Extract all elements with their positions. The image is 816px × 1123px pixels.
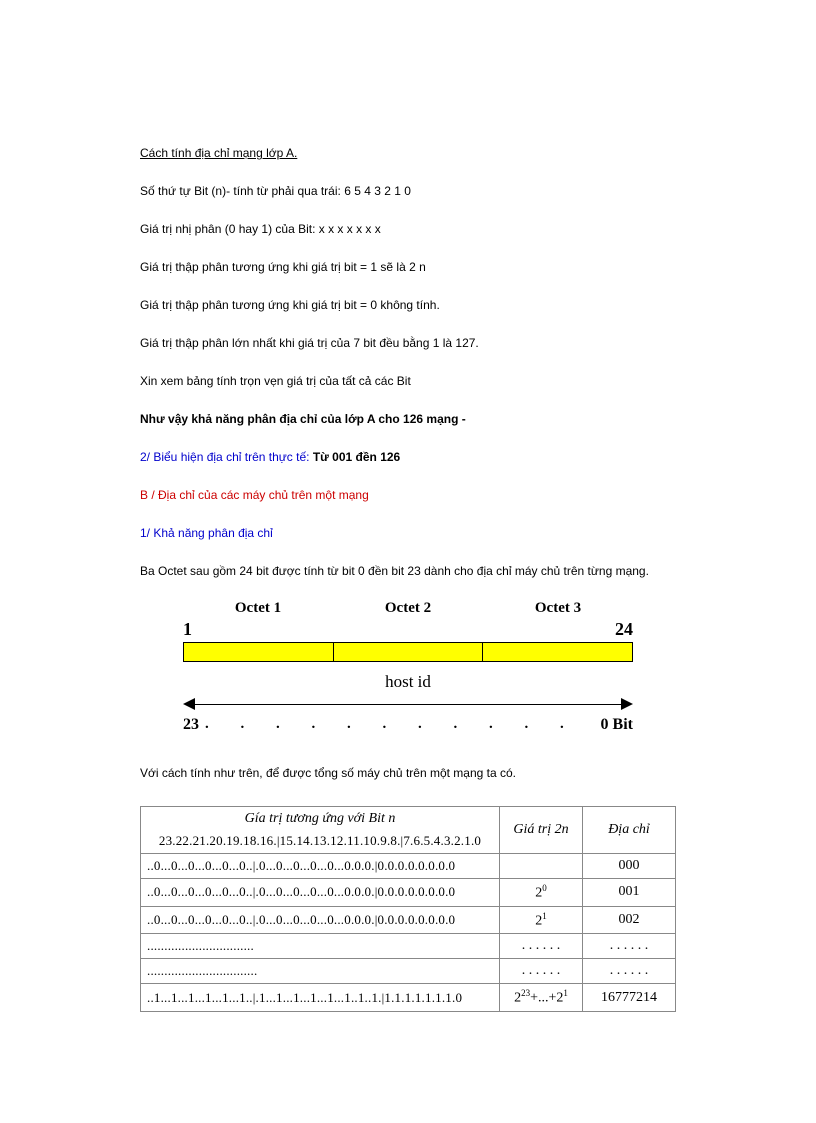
- table-header-row: Gía trị tương ứng với Bit n 23.22.21.20.…: [141, 807, 676, 854]
- bit-range-right: 24: [615, 619, 633, 640]
- table-cell-bits: ..0...0...0...0...0...0..|.0...0...0...0…: [141, 906, 500, 934]
- arrow-right-icon: [621, 698, 633, 710]
- body-text: Với cách tính như trên, để được tổng số …: [140, 764, 676, 782]
- body-text: Giá trị nhị phân (0 hay 1) của Bit: x x …: [140, 220, 676, 238]
- octet-header-row: Octet 1 Octet 2 Octet 3: [183, 600, 633, 617]
- table-cell-gia: 21: [500, 906, 583, 934]
- table-header-gia: Giá trị 2n: [500, 807, 583, 854]
- body-text: Giá trị thập phân lớn nhất khi giá trị c…: [140, 334, 676, 352]
- table-cell-gia: . . . . . .: [500, 934, 583, 959]
- red-heading: B / Địa chỉ của các máy chủ trên một mạn…: [140, 486, 676, 504]
- hostid-label: host id: [183, 672, 633, 692]
- bit-arrow: [183, 696, 633, 716]
- body-text: 2/ Biểu hiện địa chỉ trên thực tế: Từ 00…: [140, 448, 676, 466]
- octet-bar: [183, 642, 633, 662]
- table-body: ..0...0...0...0...0...0..|.0...0...0...0…: [141, 854, 676, 1012]
- bit-end-labels: 23 . . . . . . . . . . . . . 0 Bit: [183, 716, 633, 734]
- bit-range-row: 1 24: [183, 619, 633, 640]
- body-text: Ba Octet sau gồm 24 bit được tính từ bit…: [140, 562, 676, 580]
- table-cell-bits: ................................: [141, 959, 500, 984]
- bit-range-left: 1: [183, 619, 192, 640]
- bit-ticks: . . . . . . . . . . . . .: [205, 716, 595, 734]
- table-header-title: Gía trị tương ứng với Bit n: [147, 811, 493, 827]
- table-cell-gia: 223+...+21: [500, 984, 583, 1012]
- table-cell-bits: ..1...1...1...1...1...1..|.1...1...1...1…: [141, 984, 500, 1012]
- table-cell-dia: 000: [583, 854, 676, 879]
- table-row: ..0...0...0...0...0...0..|.0...0...0...0…: [141, 879, 676, 907]
- table-cell-dia: 002: [583, 906, 676, 934]
- octet-label: Octet 1: [183, 600, 333, 617]
- table-cell-bits: ...............................: [141, 934, 500, 959]
- section-title: Cách tính địa chỉ mạng lớp A.: [140, 144, 676, 162]
- table-header-bits: 23.22.21.20.19.18.16.|15.14.13.12.11.10.…: [147, 833, 493, 849]
- document-page: Cách tính địa chỉ mạng lớp A. Số thứ tự …: [0, 0, 816, 1072]
- table-row: ................................ . . . .…: [141, 934, 676, 959]
- table-header-main: Gía trị tương ứng với Bit n 23.22.21.20.…: [141, 807, 500, 854]
- table-row: ..0...0...0...0...0...0..|.0...0...0...0…: [141, 906, 676, 934]
- body-text: Số thứ tự Bit (n)- tính từ phải qua trái…: [140, 182, 676, 200]
- table-row: ..0...0...0...0...0...0..|.0...0...0...0…: [141, 854, 676, 879]
- table-cell-bits: ..0...0...0...0...0...0..|.0...0...0...0…: [141, 879, 500, 907]
- table-row: ................................. . . . …: [141, 959, 676, 984]
- body-text: Giá trị thập phân tương ứng khi giá trị …: [140, 296, 676, 314]
- table-header-dia: Địa chỉ: [583, 807, 676, 854]
- octet-label: Octet 3: [483, 600, 633, 617]
- bit-end-left: 23: [183, 716, 205, 734]
- bold-text: Từ 001 đền 126: [313, 450, 400, 464]
- table-cell-dia: 16777214: [583, 984, 676, 1012]
- table-cell-gia: [500, 854, 583, 879]
- table-cell-gia: . . . . . .: [500, 959, 583, 984]
- table-row: ..1...1...1...1...1...1..|.1...1...1...1…: [141, 984, 676, 1012]
- table-cell-dia: . . . . . .: [583, 959, 676, 984]
- blue-text: 2/ Biểu hiện địa chỉ trên thực tế:: [140, 450, 313, 464]
- table-cell-dia: 001: [583, 879, 676, 907]
- table-cell-dia: . . . . . .: [583, 934, 676, 959]
- blue-heading: 1/ Khả năng phân địa chỉ: [140, 524, 676, 542]
- bit-value-table: Gía trị tương ứng với Bit n 23.22.21.20.…: [140, 806, 676, 1012]
- table-cell-bits: ..0...0...0...0...0...0..|.0...0...0...0…: [141, 854, 500, 879]
- body-text-bold: Như vậy khả năng phân địa chỉ của lớp A …: [140, 410, 676, 428]
- octet-diagram: Octet 1 Octet 2 Octet 3 1 24 host id 23 …: [183, 600, 633, 734]
- octet-label: Octet 2: [333, 600, 483, 617]
- body-text: Xin xem bảng tính trọn vẹn giá trị của t…: [140, 372, 676, 390]
- table-cell-gia: 20: [500, 879, 583, 907]
- body-text: Giá trị thập phân tương ứng khi giá trị …: [140, 258, 676, 276]
- bit-end-right: 0 Bit: [595, 716, 633, 734]
